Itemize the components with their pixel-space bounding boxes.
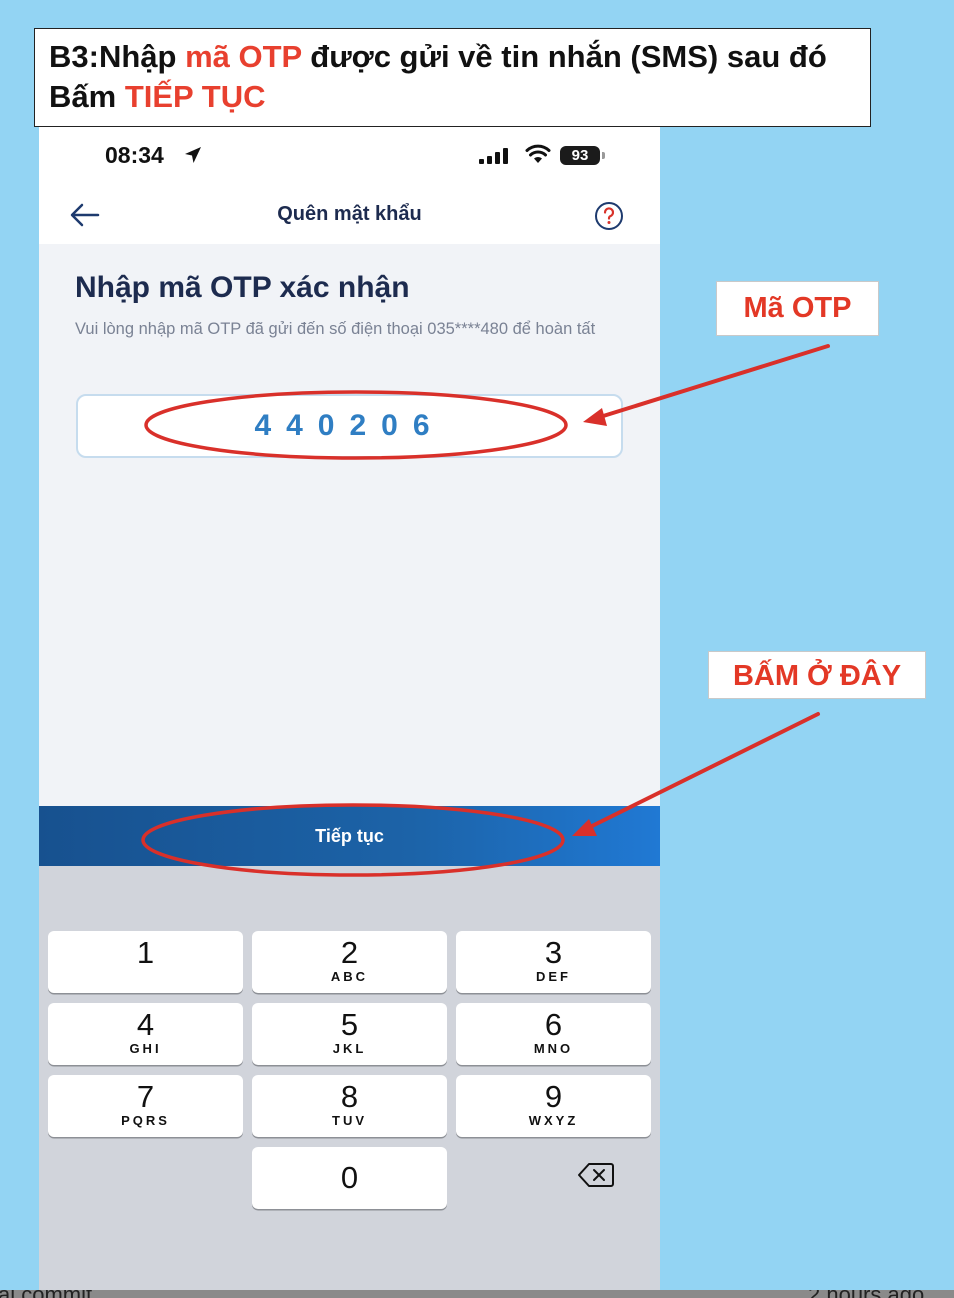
- delete-backspace-icon[interactable]: [577, 1161, 615, 1189]
- key-5[interactable]: 5 JKL: [252, 1003, 447, 1065]
- phone-screen: 08:34 93 Quên mật khẩu Nhập mã OTP xác n…: [39, 126, 660, 1290]
- key-6[interactable]: 6 MNO: [456, 1003, 651, 1065]
- otp-input[interactable]: 440206: [76, 394, 623, 458]
- otp-instructions: Vui lòng nhập mã OTP đã gửi đến số điện …: [75, 320, 596, 338]
- wifi-icon: [525, 144, 551, 163]
- key-7[interactable]: 7 PQRS: [48, 1075, 243, 1137]
- instruction-line-1: B3:Nhập mã OTP được gửi về tin nhắn (SMS…: [49, 39, 827, 74]
- key-4[interactable]: 4 GHI: [48, 1003, 243, 1065]
- time-ago-text: 2 hours ago: [808, 1290, 924, 1298]
- highlight-continue: TIẾP TỤC: [124, 79, 266, 114]
- battery-icon: 93: [560, 146, 600, 165]
- status-time: 08:34: [105, 142, 164, 168]
- instruction-banner: B3:Nhập mã OTP được gửi về tin nhắn (SMS…: [34, 28, 871, 127]
- location-arrow-icon: [185, 147, 201, 163]
- key-3[interactable]: 3 DEF: [456, 931, 651, 993]
- key-2[interactable]: 2 ABC: [252, 931, 447, 993]
- otp-heading: Nhập mã OTP xác nhận: [75, 271, 410, 304]
- instruction-line-2: Bấm TIẾP TỤC: [49, 79, 266, 114]
- key-9[interactable]: 9 WXYZ: [456, 1075, 651, 1137]
- numeric-keypad: 1 2 ABC 3 DEF 4 GHI 5 JKL 6 MNO 7 PQRS 8 TUV 9W…: [39, 866, 660, 1290]
- bottom-strip: al commit 2 hours ago: [0, 1290, 954, 1298]
- battery-cap: [602, 152, 605, 159]
- continue-button[interactable]: Tiếp tục: [39, 806, 660, 866]
- help-icon[interactable]: [594, 201, 624, 231]
- key-1[interactable]: 1: [48, 931, 243, 993]
- page-title: Quên mật khẩu: [277, 203, 422, 225]
- otp-content: Nhập mã OTP xác nhận Vui lòng nhập mã OT…: [39, 244, 660, 806]
- key-8[interactable]: 8 TUV: [252, 1075, 447, 1137]
- otp-callout-label: Mã OTP: [716, 281, 879, 336]
- cellular-signal-icon: [479, 148, 508, 164]
- tap-here-callout-label: BẤM Ở ĐÂY: [708, 651, 926, 699]
- key-0[interactable]: 0: [252, 1147, 447, 1209]
- commit-text: al commit: [0, 1290, 92, 1298]
- highlight-otp: mã OTP: [185, 39, 302, 74]
